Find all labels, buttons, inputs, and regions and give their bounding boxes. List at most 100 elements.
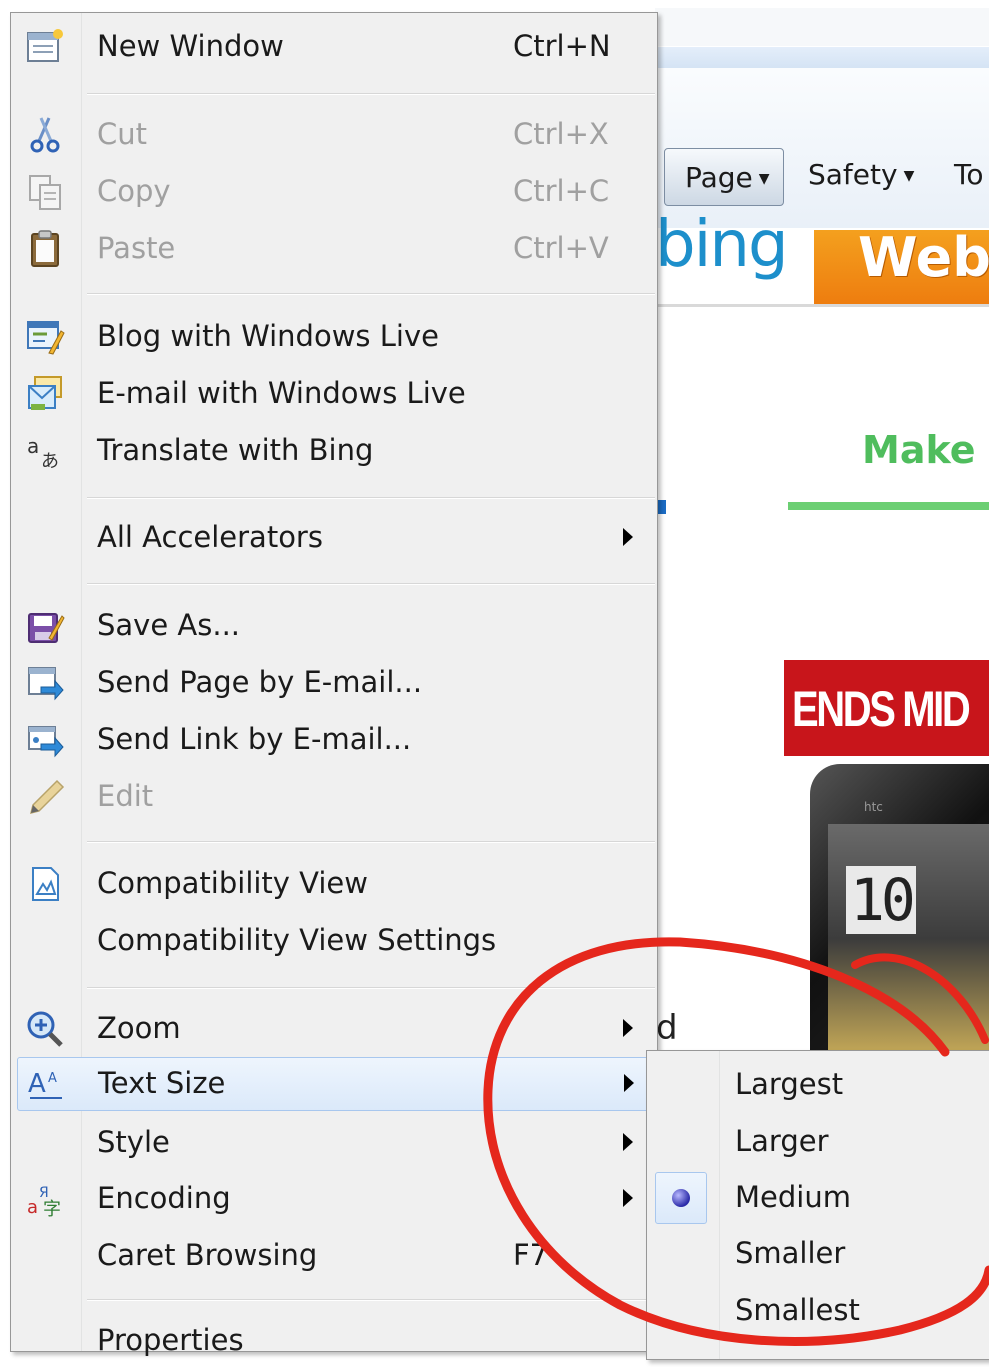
menu-item-compatibility-view[interactable]: Compatibility View: [11, 858, 657, 910]
advertisement[interactable]: ENDS MID htc 10: [784, 660, 989, 1060]
safety-menu-button[interactable]: Safety ▼: [808, 158, 914, 191]
menu-item-new-window[interactable]: New Window Ctrl+N: [11, 21, 657, 73]
menu-item-label: Compatibility View Settings: [97, 923, 497, 957]
bing-logo[interactable]: bing: [655, 208, 789, 282]
menu-separator: [87, 841, 655, 843]
ad-banner-text: ENDS MID: [792, 681, 971, 737]
menu-item-compatibility-view-settings[interactable]: Compatibility View Settings: [11, 915, 657, 967]
menu-item-text-size[interactable]: A A Text Size: [17, 1057, 651, 1111]
text-size-option-smallest[interactable]: Smallest: [647, 1285, 987, 1337]
menu-item-shortcut: F7: [513, 1238, 549, 1272]
svg-text:a: a: [27, 1197, 38, 1218]
menu-item-cut[interactable]: Cut Ctrl+X: [11, 109, 657, 161]
text-size-icon: A A: [28, 1069, 62, 1099]
page-text-fragment: d: [656, 1008, 678, 1048]
menu-item-label: Style: [97, 1125, 170, 1159]
translate-icon: a あ: [27, 434, 59, 471]
menu-separator: [87, 987, 655, 989]
menu-item-label: Send Page by E-mail...: [97, 665, 423, 699]
menu-item-all-accelerators[interactable]: All Accelerators: [11, 512, 657, 564]
svg-text:A: A: [28, 1069, 46, 1099]
email-live-icon: [28, 376, 62, 410]
menu-item-paste[interactable]: Paste Ctrl+V: [11, 223, 657, 275]
menu-item-save-as[interactable]: Save As...: [11, 600, 657, 652]
menu-item-zoom[interactable]: Zoom: [11, 1003, 657, 1055]
text-size-option-smaller[interactable]: Smaller: [647, 1228, 987, 1280]
menu-item-label: Send Link by E-mail...: [97, 722, 412, 756]
menu-item-style[interactable]: Style: [11, 1117, 657, 1169]
menu-item-shortcut: Ctrl+C: [513, 174, 610, 208]
chevron-down-icon: ▼: [758, 171, 770, 187]
page-context-menu: New Window Ctrl+N Cut Ctrl+X Copy Ctrl+C: [10, 12, 658, 1357]
menu-item-label: Blog with Windows Live: [97, 319, 439, 353]
svg-text:字: 字: [43, 1199, 61, 1219]
page-menu-label: Page: [685, 161, 753, 194]
submenu-arrow-icon: [623, 1133, 633, 1151]
submenu-arrow-icon: [623, 1189, 633, 1207]
chevron-down-icon: ▼: [903, 168, 915, 184]
encoding-icon: Я a 字: [27, 1185, 61, 1219]
tools-menu-button[interactable]: To: [954, 158, 983, 191]
blog-icon: [27, 321, 65, 355]
new-window-icon: [27, 29, 63, 62]
svg-text:あ: あ: [41, 451, 59, 471]
tools-menu-label: To: [954, 158, 984, 191]
menu-item-shortcut: Ctrl+V: [513, 231, 609, 265]
send-link-icon: [28, 726, 64, 758]
menu-item-label: Copy: [97, 174, 171, 208]
phone-brand: htc: [864, 800, 883, 814]
menu-item-caret-browsing[interactable]: Caret Browsing F7: [11, 1230, 657, 1282]
menu-separator: [87, 293, 655, 295]
web-tab-label[interactable]: Web: [858, 226, 989, 289]
page-accent-mark: [658, 500, 666, 514]
submenu-item-label: Smallest: [735, 1293, 860, 1327]
menu-item-email-with-windows-live[interactable]: E-mail with Windows Live: [11, 368, 657, 420]
submenu-item-label: Larger: [735, 1124, 829, 1158]
submenu-item-label: Largest: [735, 1067, 844, 1101]
menu-separator: [87, 583, 655, 585]
menu-item-label: Paste: [97, 231, 176, 265]
menu-item-label: Edit: [97, 779, 154, 813]
menu-item-blog-with-windows-live[interactable]: Blog with Windows Live: [11, 311, 657, 363]
menu-item-label: Caret Browsing: [97, 1238, 318, 1272]
selected-indicator: [655, 1172, 707, 1224]
menu-separator: [87, 497, 655, 499]
menu-item-send-page-by-email[interactable]: Send Page by E-mail...: [11, 657, 657, 709]
menu-item-shortcut: Ctrl+X: [513, 117, 609, 151]
text-size-option-largest[interactable]: Largest: [647, 1059, 987, 1111]
menu-item-properties[interactable]: Properties: [11, 1315, 657, 1367]
page-menu-button[interactable]: Page ▼: [664, 148, 784, 206]
menu-item-send-link-by-email[interactable]: Send Link by E-mail...: [11, 714, 657, 766]
toolbar-band: [655, 46, 989, 70]
menu-separator: [87, 1299, 655, 1301]
pencil-icon: [29, 779, 65, 815]
title-bar: [655, 8, 989, 47]
submenu-arrow-icon: [623, 1019, 633, 1037]
menu-item-encoding[interactable]: Я a 字 Encoding: [11, 1173, 657, 1225]
text-size-option-larger[interactable]: Larger: [647, 1116, 987, 1168]
menu-item-edit[interactable]: Edit: [11, 771, 657, 823]
menu-item-label: Translate with Bing: [97, 433, 374, 467]
svg-text:A: A: [48, 1071, 57, 1086]
ad-banner: ENDS MID: [784, 660, 989, 756]
send-page-icon: [28, 667, 64, 701]
menu-item-label: Save As...: [97, 608, 241, 642]
text-size-option-medium[interactable]: Medium: [647, 1172, 987, 1224]
menu-item-label: Text Size: [98, 1066, 226, 1100]
menu-item-label: Cut: [97, 117, 147, 151]
safety-menu-label: Safety: [808, 158, 898, 191]
text-size-submenu: Largest Larger Medium Smaller Smallest: [646, 1050, 989, 1360]
menu-item-label: E-mail with Windows Live: [97, 376, 466, 410]
menu-item-translate-with-bing[interactable]: a あ Translate with Bing: [11, 425, 657, 477]
phone-screen: [828, 824, 989, 1054]
menu-item-label: Compatibility View: [97, 866, 368, 900]
menu-item-copy[interactable]: Copy Ctrl+C: [11, 166, 657, 218]
zoom-icon: [27, 1011, 63, 1047]
clipboard-icon: [31, 230, 59, 267]
menu-item-label: Properties: [97, 1323, 244, 1357]
submenu-item-label: Smaller: [735, 1236, 846, 1270]
submenu-arrow-icon: [624, 1074, 634, 1092]
menu-item-label: Encoding: [97, 1181, 231, 1215]
save-icon: [28, 613, 65, 643]
svg-text:a: a: [27, 434, 39, 458]
